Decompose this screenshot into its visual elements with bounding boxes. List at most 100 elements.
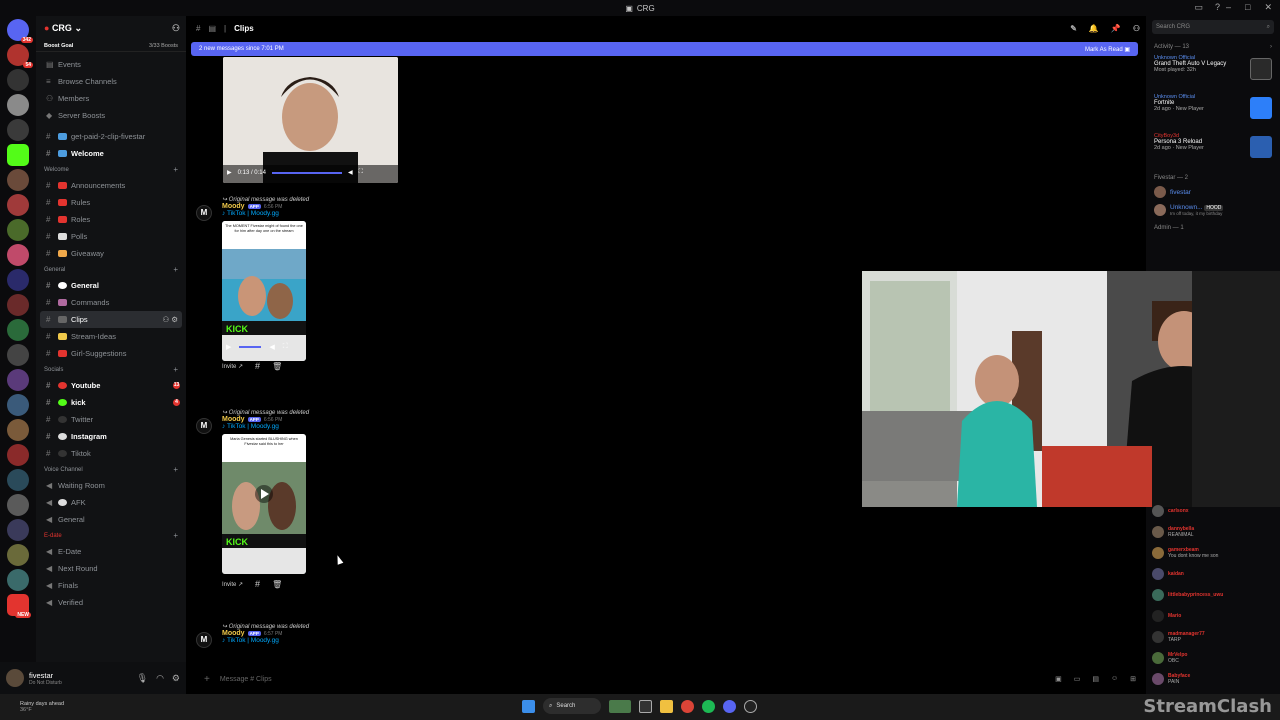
sidebar-item-members[interactable]: ⚇ Members [36,90,186,107]
message-composer[interactable]: + Message # Clips ▣ ▭ ▤ ☺ ⊞ [192,668,1142,690]
server-icon[interactable] [7,369,29,391]
category-socials[interactable]: Socials + [36,362,186,377]
members-list-icon[interactable]: ⚇ [1133,24,1140,33]
video-thumbnail[interactable]: KICK Maria Genesis started BLUSHING when… [222,434,306,574]
server-icon[interactable] [7,194,29,216]
server-icon[interactable] [7,94,29,116]
channel-youtube[interactable]: # Youtube 13 [36,377,186,394]
add-channel-icon[interactable]: + [173,465,178,474]
spotify-icon[interactable] [702,699,715,713]
minimize-icon[interactable]: – [1226,2,1231,13]
fullscreen-icon[interactable]: ⛶ [359,169,363,176]
server-icon[interactable] [7,344,29,366]
inbox-icon[interactable]: ▭ [1194,2,1203,13]
channel-stream-ideas[interactable]: # Stream-Ideas [36,328,186,345]
server-icon[interactable]: NEW [7,594,31,618]
seek-bar[interactable] [239,346,262,348]
channel-general[interactable]: # General [36,277,186,294]
channel-tiktok[interactable]: # Tiktok [36,445,186,462]
server-icon[interactable] [7,319,29,341]
activity-card[interactable]: Unknown Official Grand Theft Auto V Lega… [1146,52,1280,91]
add-channel-icon[interactable]: + [173,265,178,274]
server-icon[interactable] [7,169,29,191]
server-header[interactable]: ● CRG ⌄ ⚇ [36,16,186,40]
add-channel-icon[interactable]: + [173,365,178,374]
headphones-icon[interactable]: ◠ [156,673,164,684]
message-author[interactable]: Moody APP 6:56 PM [222,203,306,210]
invite-button[interactable]: Invite ↗ [222,581,243,588]
voice-waiting-room[interactable]: ◀ Waiting Room [36,477,186,494]
category-general[interactable]: General + [36,262,186,277]
kick-server-icon[interactable] [7,144,29,166]
category-welcome[interactable]: Welcome + [36,162,186,177]
server-icon[interactable] [7,444,29,466]
gif-icon[interactable]: ▭ [1074,675,1081,683]
avatar[interactable]: M [196,205,212,221]
apps-icon[interactable]: ⊞ [1130,675,1136,683]
play-icon[interactable]: ▶ [226,343,231,351]
server-icon[interactable] [7,544,29,566]
video-embed[interactable]: ▶ 0:13 / 0:14 ◀ ⛶ [223,57,398,183]
server-icon[interactable] [7,69,29,91]
activity-card[interactable]: Unknown Official Fortnite 2d ago · New P… [1146,91,1280,130]
sticker-icon[interactable]: ▤ [1092,675,1099,683]
channel-get-paid[interactable]: # get-paid-2-clip-fivestar [36,128,186,145]
channel-roles[interactable]: # Roles [36,211,186,228]
channel-twitter[interactable]: # Twitter [36,411,186,428]
channel-instagram[interactable]: # Instagram [36,428,186,445]
sidebar-item-events[interactable]: ▤ Events [36,56,186,73]
server-icon[interactable] [7,394,29,416]
volume-icon[interactable]: ◀ [269,343,274,351]
message-link[interactable]: ♪ TikTok | Moody.gg [222,637,282,644]
discord-icon[interactable] [723,699,736,713]
windows-start-icon[interactable] [522,699,535,713]
widgets-icon[interactable] [609,699,631,713]
trash-icon[interactable]: 🗑 [272,362,282,371]
avatar[interactable] [6,669,24,687]
channel-kick[interactable]: # kick 4 [36,394,186,411]
activity-header[interactable]: Activity — 13 › [1146,38,1280,52]
add-attachment-icon[interactable]: + [204,674,210,685]
taskbar-search[interactable]: ⌕ Search [543,698,601,714]
voice-verified[interactable]: ◀ Verified [36,594,186,611]
pin-icon[interactable]: ✎ [1070,24,1077,33]
server-icon[interactable] [7,569,29,591]
message-link[interactable]: ♪ TikTok | Moody.gg [222,423,306,430]
message-author[interactable]: Moody APP 6:57 PM [222,630,282,637]
chrome-icon[interactable] [681,699,694,713]
invite-settings-icon[interactable]: ⚇ ⚙ [162,315,178,324]
hashtag-icon[interactable]: # [255,579,260,589]
server-icon[interactable] [7,519,29,541]
video-thumbnail[interactable]: KICK The MOMENT Fivestar might of found … [222,221,306,361]
avatar[interactable]: M [196,418,212,434]
channel-polls[interactable]: # Polls [36,228,186,245]
volume-icon[interactable]: ◀ [348,169,353,176]
voice-next-round[interactable]: ◀ Next Round [36,560,186,577]
user-info[interactable]: fivestar Do Not Disturb [29,671,62,686]
fullscreen-icon[interactable]: ⛶ [283,343,288,351]
seek-bar[interactable] [271,171,342,174]
message-input[interactable]: Message # Clips [220,676,272,683]
channel-rules[interactable]: # Rules [36,194,186,211]
category-voice[interactable]: Voice Channel + [36,462,186,477]
server-icon[interactable] [7,469,29,491]
sidebar-item-server-boosts[interactable]: ◆ Server Boosts [36,107,186,124]
channel-giveaway[interactable]: # Giveaway [36,245,186,262]
server-icon[interactable] [7,494,29,516]
invite-button[interactable]: Invite ↗ [222,363,243,370]
server-icon[interactable] [7,294,29,316]
mic-icon[interactable]: 🎙 [137,673,148,684]
message-link[interactable]: ♪ TikTok | Moody.gg [222,210,306,217]
search-input[interactable]: Search CRG ⌕ [1152,20,1274,34]
play-icon[interactable]: ▶ [227,169,232,176]
member-item[interactable]: Unknown... HOOD Im off today, it my birth… [1146,201,1280,219]
member-item[interactable]: fivestar [1146,183,1280,201]
server-icon[interactable] [7,419,29,441]
avatar[interactable]: M [196,632,212,648]
add-friend-icon[interactable]: ⚇ [172,23,180,34]
server-icon[interactable] [7,244,29,266]
add-channel-icon[interactable]: + [173,165,178,174]
channel-girl-suggestions[interactable]: # Girl-Suggestions [36,345,186,362]
server-icon[interactable] [7,119,29,141]
channel-welcome[interactable]: # Welcome [36,145,186,162]
